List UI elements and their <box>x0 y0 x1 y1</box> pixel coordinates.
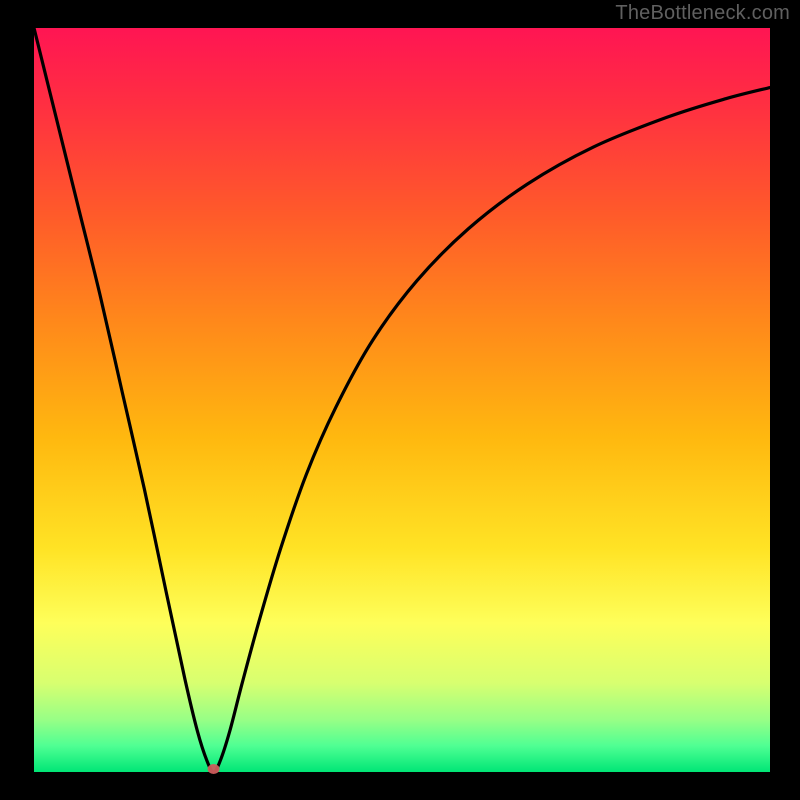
plot-gradient-area <box>34 28 770 772</box>
chart-container: TheBottleneck.com <box>0 0 800 800</box>
watermark-text: TheBottleneck.com <box>615 2 790 25</box>
